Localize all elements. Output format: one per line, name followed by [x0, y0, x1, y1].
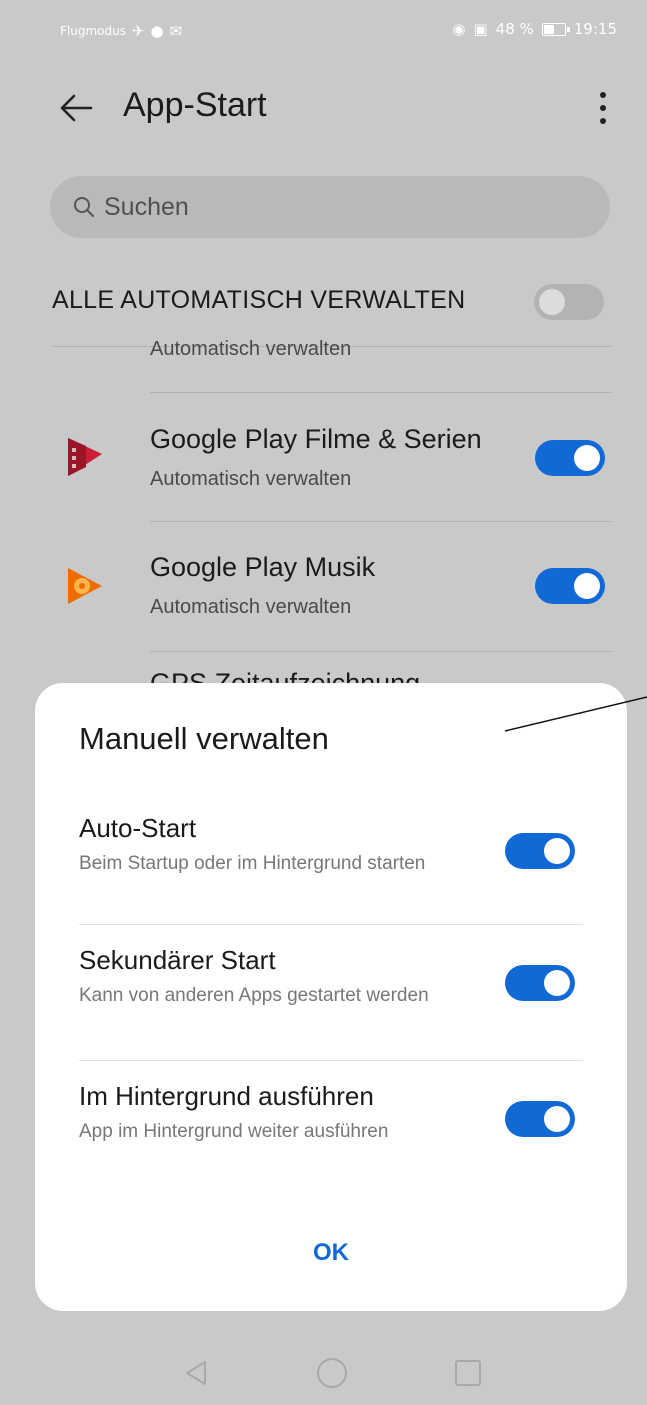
- app-bar: App-Start: [0, 62, 647, 152]
- nav-recents-button[interactable]: [438, 1348, 498, 1398]
- more-options-button[interactable]: [583, 82, 623, 134]
- app-subtitle: Automatisch verwalten: [150, 468, 352, 490]
- app-name: Google Play Musik: [150, 552, 376, 582]
- status-bar: Flugmodus ✈ ● ✉ ◉ ▣ 48 % 19:15: [0, 0, 647, 62]
- clock: 19:15: [573, 20, 617, 38]
- nav-home-icon: [317, 1358, 347, 1388]
- divider: [150, 651, 612, 652]
- divider: [150, 392, 612, 393]
- eye-icon: ◉: [452, 20, 466, 38]
- battery-icon: [541, 22, 570, 36]
- app-row-play-movies[interactable]: Google Play Filme & Serien Automatisch v…: [0, 394, 647, 522]
- option-title: Auto-Start: [79, 813, 197, 843]
- search-icon: [74, 197, 94, 217]
- ok-button[interactable]: OK: [251, 1223, 411, 1283]
- clipped-app-subtitle: Automatisch verwalten: [150, 338, 352, 360]
- play-music-icon: [68, 568, 102, 604]
- airplane-mode-text: Flugmodus: [60, 24, 126, 38]
- airplane-icon: ✈: [131, 22, 145, 40]
- option-title: Im Hintergrund ausführen: [79, 1081, 374, 1111]
- app-subtitle: Automatisch verwalten: [150, 596, 352, 618]
- app-toggle-play-movies[interactable]: [535, 440, 605, 476]
- page-title: App-Start: [123, 86, 267, 124]
- app-toggle-play-music[interactable]: [535, 568, 605, 604]
- notification-icon: ●: [150, 22, 164, 40]
- back-button[interactable]: [48, 80, 104, 136]
- manage-dialog: Manuell verwalten Auto-Start Beim Startu…: [35, 683, 627, 1311]
- divider: [79, 924, 583, 925]
- nav-recents-icon: [455, 1360, 481, 1386]
- nav-home-button[interactable]: [302, 1348, 362, 1398]
- nav-back-button[interactable]: [166, 1348, 226, 1398]
- search-bar[interactable]: [50, 176, 610, 238]
- manage-all-toggle[interactable]: [534, 284, 604, 320]
- annotation-pointer-line: [505, 696, 647, 732]
- arrow-left-icon: [60, 94, 93, 122]
- option-description: Kann von anderen Apps gestartet werden: [79, 985, 429, 1006]
- app-row-play-music[interactable]: Google Play Musik Automatisch verwalten: [0, 522, 647, 650]
- mail-icon: ✉: [169, 22, 183, 40]
- secondary-start-toggle[interactable]: [505, 965, 575, 1001]
- option-description: App im Hintergrund weiter ausführen: [79, 1121, 389, 1142]
- nfc-icon: ▣: [473, 20, 488, 38]
- app-name: Google Play Filme & Serien: [150, 424, 482, 454]
- divider: [79, 1060, 583, 1061]
- manage-all-label: ALLE AUTOMATISCH VERWALTEN: [52, 286, 466, 314]
- run-in-background-toggle[interactable]: [505, 1101, 575, 1137]
- nav-back-icon: [186, 1361, 206, 1385]
- auto-start-toggle[interactable]: [505, 833, 575, 869]
- search-input[interactable]: [102, 191, 586, 223]
- more-vert-icon: [600, 92, 606, 98]
- system-nav-bar: [0, 1340, 647, 1405]
- battery-percent: 48 %: [495, 20, 534, 38]
- option-description: Beim Startup oder im Hintergrund starten: [79, 853, 426, 874]
- play-movies-icon: [68, 438, 102, 476]
- option-title: Sekundärer Start: [79, 945, 276, 975]
- manage-all-row[interactable]: ALLE AUTOMATISCH VERWALTEN: [0, 270, 647, 340]
- dialog-title: Manuell verwalten: [79, 721, 329, 756]
